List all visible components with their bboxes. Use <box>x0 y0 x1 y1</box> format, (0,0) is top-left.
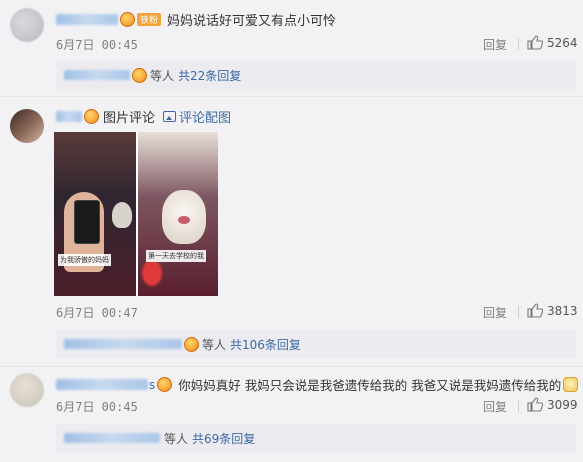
reply-summary[interactable]: 等人 共69条回复 <box>56 424 576 452</box>
reply-prefix: 等人 <box>150 68 175 83</box>
comment-line: 图片评论 评论配图 <box>56 107 231 126</box>
red-object <box>142 260 162 286</box>
comment-line: 铁粉 妈妈说话好可爱又有点小可怜 <box>56 10 336 29</box>
reply-button[interactable]: 回复 <box>483 398 507 415</box>
thumbs-up-icon <box>527 35 543 50</box>
comment-text: 你妈妈真好 我妈只会说是我爸遗传给我的 我爸又说是我妈遗传给我的 <box>178 378 562 393</box>
reply-prefix: 等人 <box>202 337 227 352</box>
timestamp: 6月7日 00:47 <box>56 306 138 320</box>
avatar[interactable] <box>10 109 44 143</box>
view-replies-link[interactable]: 共69条回复 <box>192 430 255 447</box>
kitten-shape <box>112 202 132 228</box>
cat-emoji-icon <box>563 377 579 392</box>
divider <box>518 38 519 50</box>
comment-1: 铁粉 妈妈说话好可爱又有点小可怜 6月7日 00:45 回复 5264 等人 共… <box>0 0 583 96</box>
comment-text: 妈妈说话好可爱又有点小可怜 <box>167 14 337 29</box>
thumbs-up-icon <box>527 303 543 318</box>
timestamp: 6月7日 00:45 <box>56 400 138 414</box>
comment-text: 图片评论 <box>103 111 156 126</box>
reply-button[interactable]: 回复 <box>483 304 507 321</box>
username[interactable] <box>56 379 148 390</box>
reply-prefix: 等人 <box>164 431 189 446</box>
phone-shape <box>74 200 100 244</box>
like-button[interactable]: 5264 <box>527 35 578 50</box>
image-caption-left: 为我骄傲的妈妈 <box>58 254 111 266</box>
like-button[interactable]: 3099 <box>527 397 578 412</box>
image-link-label: 评论配图 <box>179 111 232 126</box>
view-replies-link[interactable]: 共22条回复 <box>178 67 241 84</box>
reply-summary[interactable]: 等人 共22条回复 <box>56 61 576 89</box>
view-image-link[interactable]: 评论配图 <box>163 107 231 126</box>
username[interactable] <box>56 111 82 122</box>
like-count: 3813 <box>547 303 578 318</box>
replier-names <box>64 433 160 443</box>
timestamp: 6月7日 00:45 <box>56 38 138 52</box>
username-suffix[interactable]: s <box>149 378 155 392</box>
avatar[interactable] <box>10 373 44 407</box>
view-replies-link[interactable]: 共106条回复 <box>230 336 301 353</box>
member-badge-icon <box>84 109 99 124</box>
member-badge-icon <box>184 336 199 352</box>
member-badge-icon <box>157 377 173 392</box>
like-button[interactable]: 3813 <box>527 303 578 318</box>
like-count: 5264 <box>547 35 578 50</box>
reply-button[interactable]: 回复 <box>483 36 507 53</box>
comment-image[interactable]: 为我骄傲的妈妈 第一天去学校的我 <box>54 132 218 296</box>
replier-names <box>64 70 130 80</box>
thumbs-up-icon <box>527 397 543 412</box>
username[interactable] <box>56 14 118 25</box>
image-caption-right: 第一天去学校的我 <box>146 250 206 262</box>
divider <box>518 400 519 412</box>
image-icon <box>163 111 177 122</box>
comment-3: s 你妈妈真好 我妈只会说是我爸遗传给我的 我爸又说是我妈遗传给我的 6月7日 … <box>0 367 583 462</box>
member-badge-icon <box>132 67 147 83</box>
like-count: 3099 <box>547 397 578 412</box>
replier-names <box>64 339 182 349</box>
member-badge-icon <box>120 12 135 27</box>
kitten-shape <box>162 190 206 244</box>
fan-badge: 铁粉 <box>137 13 162 26</box>
divider <box>518 306 519 318</box>
reply-summary[interactable]: 等人 共106条回复 <box>56 330 576 358</box>
avatar[interactable] <box>10 8 44 42</box>
comment-line: s 你妈妈真好 我妈只会说是我爸遗传给我的 我爸又说是我妈遗传给我的 <box>56 375 579 394</box>
